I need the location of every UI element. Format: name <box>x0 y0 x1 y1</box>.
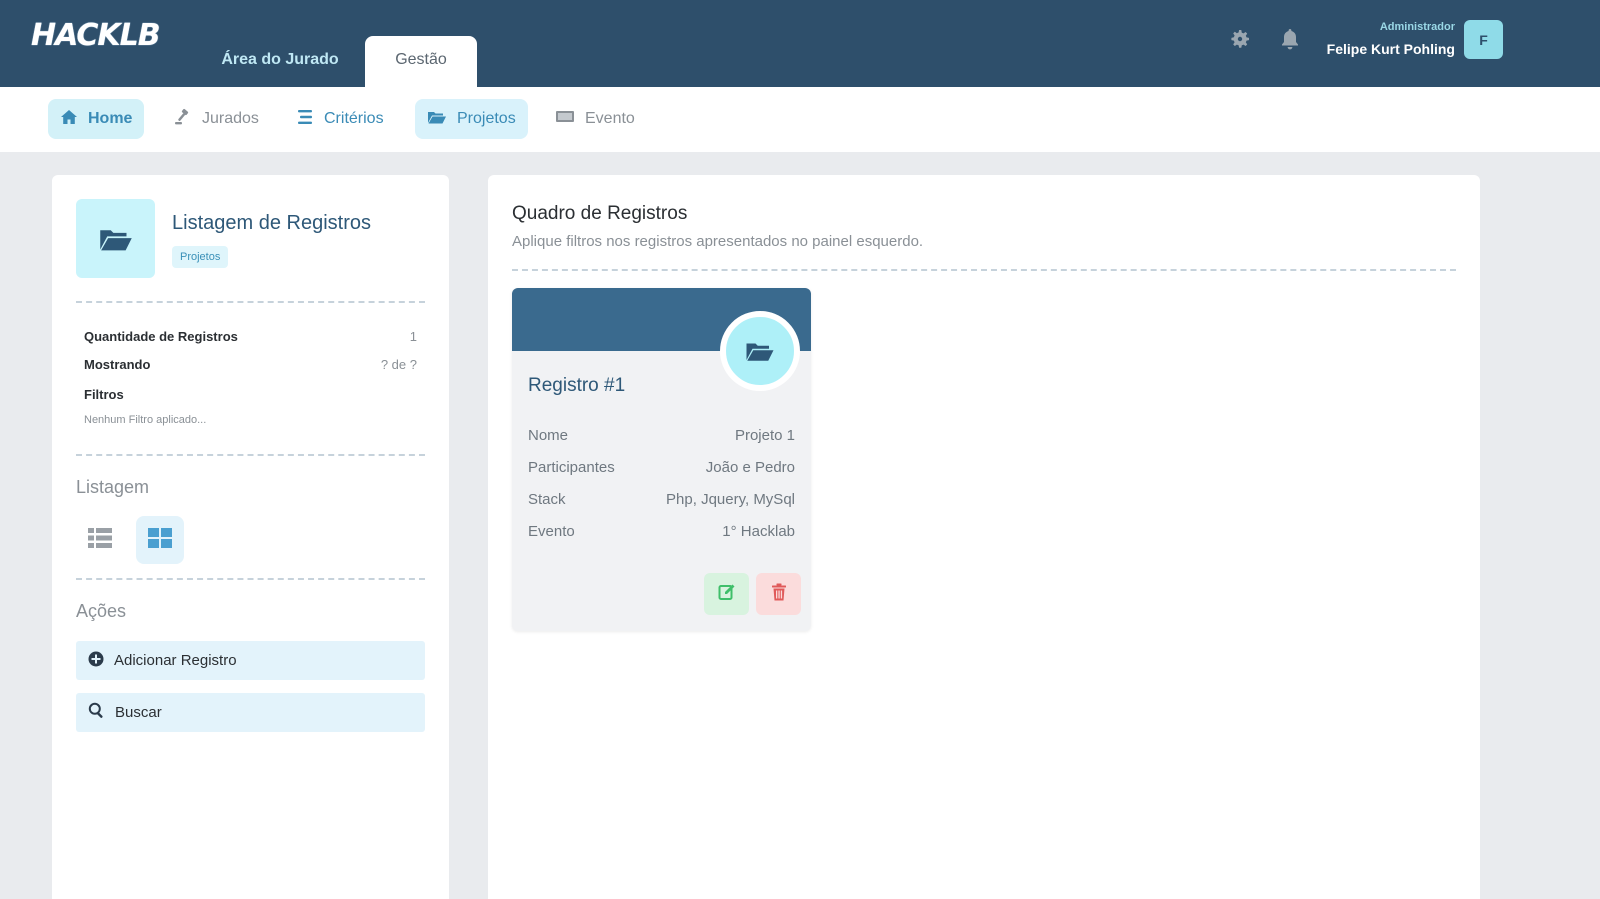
filters-note: Nenhum Filtro aplicado... <box>84 414 207 426</box>
field-value-participantes: João e Pedro <box>705 459 795 476</box>
listing-panel: Listagem de Registros Projetos Quantidad… <box>52 175 449 899</box>
category-badge: Projetos <box>172 246 229 268</box>
filters-label: Filtros <box>84 387 124 402</box>
list-view-button[interactable] <box>76 516 124 564</box>
field-value-nome: Projeto 1 <box>734 427 795 444</box>
tab-area-do-jurado[interactable]: Área do Jurado <box>205 36 355 87</box>
bell-icon[interactable] <box>1275 24 1305 54</box>
user-name[interactable]: Felipe Kurt Pohling <box>1327 41 1455 57</box>
card-title: Registro #1 <box>528 375 626 396</box>
search-icon <box>88 702 105 723</box>
folder-open-icon <box>720 311 800 391</box>
board-subtitle: Aplique filtros nos registros apresentad… <box>512 233 924 250</box>
nav-item-criterios[interactable]: Critérios <box>284 99 396 139</box>
list-view-icon <box>87 527 113 554</box>
folder-open-icon <box>427 109 447 130</box>
monitor-icon <box>555 109 575 130</box>
avatar[interactable]: F <box>1464 20 1503 59</box>
folder-open-icon <box>76 199 155 278</box>
listing-heading: Listagem <box>76 477 150 497</box>
nav-item-label: Projetos <box>457 110 516 127</box>
field-value-evento: 1° Hacklab <box>722 523 795 540</box>
field-label-nome: Nome <box>528 427 569 444</box>
nav-item-evento[interactable]: Evento <box>543 99 647 139</box>
nav-item-label: Critérios <box>324 110 384 127</box>
nav-item-projetos[interactable]: Projetos <box>415 99 528 139</box>
quantity-label: Quantidade de Registros <box>84 329 238 344</box>
top-header: HACKLB Área do Jurado Gestão Administrad… <box>0 0 1600 87</box>
records-board: Quadro de Registros Aplique filtros nos … <box>488 175 1480 899</box>
edit-icon <box>718 583 736 606</box>
gavel-icon <box>174 108 192 131</box>
nav-item-label: Evento <box>585 110 635 127</box>
divider <box>76 454 425 456</box>
quantity-value: 1 <box>409 329 417 344</box>
section-nav: Home Jurados Critérios Projetos Evento <box>0 87 1600 152</box>
search-label: Buscar <box>115 704 162 721</box>
add-record-label: Adicionar Registro <box>114 652 237 669</box>
app-logo[interactable]: HACKLB <box>31 18 161 53</box>
gear-icon[interactable] <box>1225 24 1255 54</box>
user-role: Administrador <box>1379 21 1455 33</box>
panel-title: Listagem de Registros <box>172 212 371 234</box>
trash-icon <box>771 583 787 606</box>
search-button[interactable]: Buscar <box>76 693 425 732</box>
field-label-stack: Stack <box>528 491 566 508</box>
tab-gestao[interactable]: Gestão <box>365 36 477 87</box>
nav-item-label: Home <box>88 110 133 127</box>
field-value-stack: Php, Jquery, MySql <box>666 491 795 508</box>
delete-button[interactable] <box>756 573 801 615</box>
nav-item-jurados[interactable]: Jurados <box>162 99 271 139</box>
showing-value: ? de ? <box>380 357 417 372</box>
add-record-button[interactable]: Adicionar Registro <box>76 641 425 680</box>
board-title: Quadro de Registros <box>512 203 688 224</box>
nav-item-home[interactable]: Home <box>48 99 145 139</box>
plus-circle-icon <box>88 651 104 671</box>
actions-heading: Ações <box>76 601 127 621</box>
home-icon <box>60 109 78 130</box>
record-card[interactable]: Registro #1 Nome Projeto 1 Participantes… <box>512 288 811 631</box>
field-label-evento: Evento <box>528 523 575 540</box>
grid-view-button[interactable] <box>136 516 184 564</box>
showing-label: Mostrando <box>84 357 151 372</box>
divider <box>76 578 425 580</box>
divider <box>76 301 425 303</box>
edit-button[interactable] <box>704 573 749 615</box>
list-icon <box>296 109 314 130</box>
nav-item-label: Jurados <box>202 110 259 127</box>
field-label-participantes: Participantes <box>528 459 615 476</box>
divider <box>512 269 1456 271</box>
grid-view-icon <box>147 527 173 554</box>
